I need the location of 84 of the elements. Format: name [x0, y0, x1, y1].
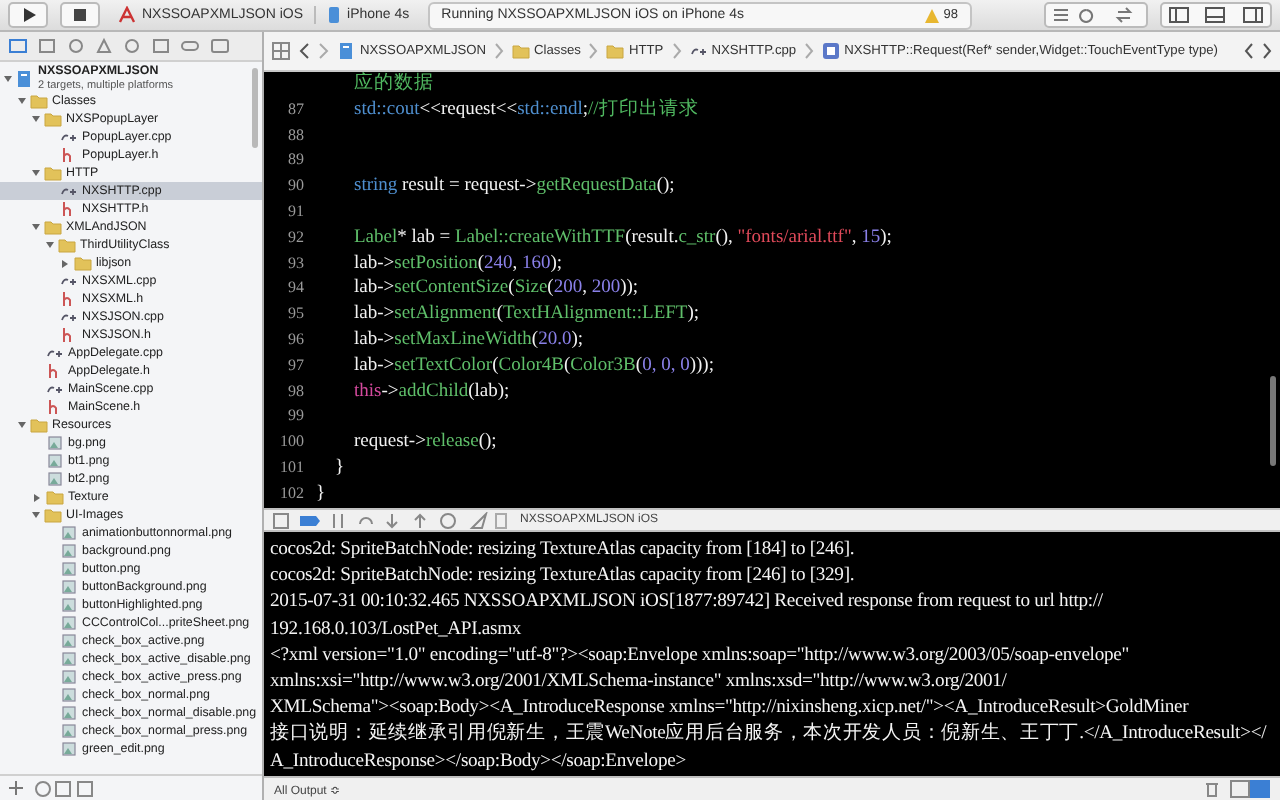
code-line: lab->setContentSize(Size(200, 200));: [352, 276, 639, 303]
project-icon: [338, 42, 356, 60]
line-number: 87: [286, 97, 306, 122]
chevron-icon: [804, 42, 815, 60]
run-icon[interactable]: [8, 2, 48, 28]
warning-icon: [923, 7, 940, 23]
split-view-icon[interactable]: [1230, 780, 1270, 798]
line-number: 94: [286, 276, 306, 301]
disclosure-icon[interactable]: [62, 259, 68, 268]
code-line: this->addChild(lab);: [352, 379, 510, 405]
image-file-icon: [60, 614, 78, 633]
debug-controls-icon[interactable]: [272, 511, 508, 529]
image-file-icon: [60, 704, 78, 723]
image-file-icon: [60, 686, 78, 705]
console-line: 接口说明：延续继承引用倪新生，王震WeNote应用后台服务，本次开发人员：倪新生、王丁丁.</A_IntroduceResult></: [270, 720, 1269, 748]
console-line: XMLSchema"><soap:Body><A_IntroduceResponse xmlns="http://nixinsheng.xicp.net/"><A_IntroduceResult>GoldMiner: [270, 694, 1191, 721]
chevron-icon: [494, 42, 505, 60]
folder-icon: [606, 42, 625, 60]
code-line: }: [333, 455, 345, 482]
image-file-icon: [60, 668, 78, 687]
code-line: }: [316, 481, 326, 508]
chevron-icon: [588, 42, 599, 60]
back-icon[interactable]: [298, 42, 310, 60]
line-number: 102: [278, 481, 306, 506]
console-line: cocos2d: SpriteBatchNode: resizing TextureAtlas capacity from [246] to [329].: [270, 562, 857, 589]
chevron-icon: [671, 42, 682, 60]
disclosure-icon[interactable]: [4, 75, 12, 82]
image-file-icon: [60, 650, 78, 669]
image-file-icon: [46, 470, 64, 489]
console-line: xmlns:xsi="http://www.w3.org/2001/XMLSchema-instance" xmlns:xsd="http://www.w3.org/2001/: [270, 668, 1009, 695]
line-number: 88: [286, 123, 306, 148]
console-line: 2015-07-31 00:10:32.465 NXSSOAPXMLJSON iOS[1877:89742] Received response from request to url http://: [270, 588, 1105, 616]
console-line: A_IntroduceResponse></soap:Body></soap:Envelope>: [270, 747, 688, 774]
scrollbar[interactable]: [1270, 376, 1276, 466]
related-items-icon[interactable]: [1244, 42, 1272, 60]
grid-icon[interactable]: [272, 42, 290, 60]
editor-mode-icon[interactable]: [1044, 2, 1148, 28]
line-number: 95: [286, 302, 306, 327]
line-number: 97: [286, 353, 306, 378]
line-number: 92: [286, 225, 306, 250]
code-line: Label* lab = Label::createWithTTF(result.c_str(), "fonts/arial.ttf", 15);: [352, 225, 892, 252]
line-number: 99: [286, 404, 306, 429]
scrollbar[interactable]: [252, 68, 258, 148]
code-line: lab->setTextColor(Color4B(Color3B(0, 0, 0)));: [352, 353, 714, 380]
image-file-icon: [46, 452, 64, 471]
image-file-icon: [60, 740, 78, 759]
image-file-icon: [60, 524, 78, 543]
line-number: 100: [278, 430, 306, 455]
app-icon: [118, 6, 136, 24]
line-number: 98: [286, 379, 306, 404]
line-number: 101: [278, 455, 306, 480]
project-icon: [16, 69, 34, 88]
image-file-icon: [60, 542, 78, 561]
stop-icon[interactable]: [60, 2, 100, 28]
line-number: 93: [286, 251, 306, 276]
trash-icon[interactable]: [1204, 780, 1220, 798]
image-file-icon: [60, 632, 78, 651]
console-line: cocos2d: SpriteBatchNode: resizing TextureAtlas capacity from [184] to [246].: [270, 536, 857, 563]
code-line: lab->setAlignment(TextHAlignment::LEFT);: [352, 302, 700, 328]
image-file-icon: [46, 434, 64, 453]
add-icon[interactable]: [8, 780, 24, 796]
image-file-icon: [60, 722, 78, 741]
folder-icon: [44, 164, 62, 183]
line-number: 90: [286, 174, 306, 199]
console-line: <?xml version="1.0" encoding="utf-8"?><soap:Envelope xmlns:soap="http://www.w3.org/2003/05/soap-envelope": [270, 641, 1131, 669]
line-number: 91: [286, 199, 306, 224]
code-line: 应的数据: [352, 72, 434, 98]
folder-icon: [512, 42, 531, 60]
line-number: 96: [286, 327, 306, 352]
device-icon: [325, 6, 342, 24]
code-line: request->release();: [352, 430, 497, 456]
code-line: lab->setPosition(240, 160);: [352, 251, 563, 277]
folder-icon: [30, 416, 48, 435]
console-line: 192.168.0.103/LostPet_API.asmx: [270, 615, 524, 642]
panels-icon[interactable]: [1160, 2, 1272, 28]
code-line: string result = request->getRequestData();: [352, 174, 675, 200]
disclosure-icon[interactable]: [34, 493, 40, 502]
image-file-icon: [60, 560, 78, 579]
method-icon: [822, 42, 841, 60]
line-number: 89: [286, 148, 306, 173]
code-line: std::cout<<request<<std::endl;//打印出请求: [352, 97, 699, 124]
code-line: lab->setMaxLineWidth(20.0);: [352, 327, 583, 354]
image-file-icon: [60, 578, 78, 597]
image-file-icon: [60, 596, 78, 615]
